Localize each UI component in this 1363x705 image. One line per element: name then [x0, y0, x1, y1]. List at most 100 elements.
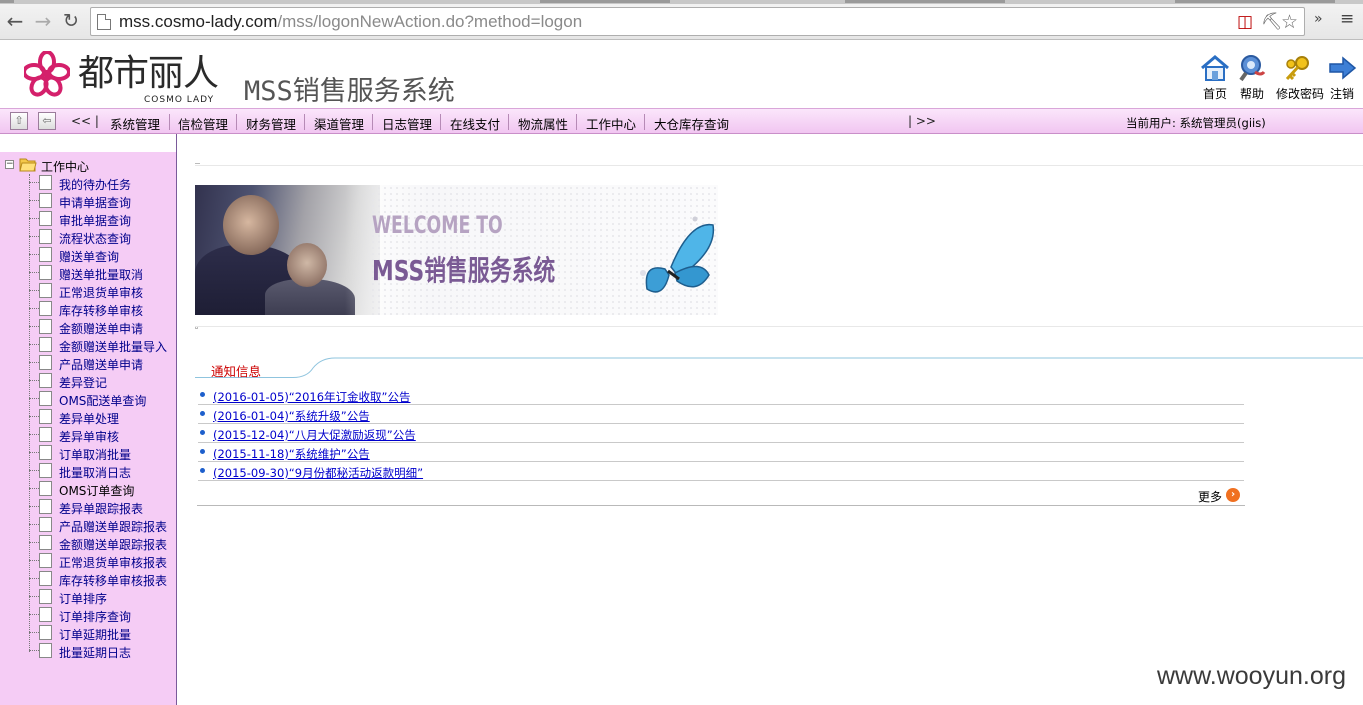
current-user: 当前用户: 系统管理员(giis)	[1126, 116, 1266, 130]
blocked-popup-icon[interactable]: ◫	[1237, 12, 1253, 32]
menu-prev[interactable]: << |	[71, 114, 99, 128]
document-icon	[39, 481, 52, 496]
butterfly-icon	[640, 216, 715, 293]
sidebar-item-label: 订单排序查询	[59, 610, 132, 624]
sidebar-item-label: 差异单处理	[59, 412, 120, 426]
notice-link[interactable]: (2015-11-18)“系统维护”公告	[213, 446, 370, 462]
banner-title: MSS销售服务系统	[372, 254, 556, 287]
collapse-icon[interactable]: −	[5, 160, 14, 169]
sidebar-item-label: 审批单据查询	[59, 214, 132, 228]
sidebar-item-label: 赠送单批量取消	[59, 268, 144, 282]
document-icon	[39, 625, 52, 640]
menu-work-center[interactable]: 工作中心	[586, 114, 636, 133]
sidebar-item-label: 申请单据查询	[59, 196, 132, 210]
change-password-button[interactable]: 修改密码	[1276, 54, 1324, 102]
sidebar-item-label: 产品赠送单跟踪报表	[59, 520, 168, 534]
document-icon	[39, 355, 52, 370]
address-bar[interactable]: mss.cosmo-lady.com/mss/logonNewAction.do…	[90, 7, 1305, 36]
sidebar-item-label: 订单排序	[59, 592, 108, 606]
scroll-up-icon[interactable]: ⇧	[10, 112, 28, 130]
notice-tab-outline	[195, 357, 1363, 378]
bullet-icon	[200, 392, 205, 397]
sidebar-item-label: 差异登记	[59, 376, 108, 390]
notice-tab-label: 通知信息	[211, 364, 262, 379]
home-icon	[1201, 55, 1229, 81]
menu-icon[interactable]: ≡	[1340, 9, 1354, 29]
document-icon	[39, 337, 52, 352]
help-button[interactable]: 帮助	[1231, 54, 1273, 102]
bullet-icon	[200, 468, 205, 473]
document-icon	[39, 535, 52, 550]
sidebar-item-label: 金额赠送单跟踪报表	[59, 538, 168, 552]
menu-next[interactable]: | >>	[908, 114, 936, 128]
reload-icon[interactable]: ↻	[59, 9, 83, 33]
home-button[interactable]: 首页	[1194, 54, 1236, 102]
sidebar-item-label: 产品赠送单申请	[59, 358, 144, 372]
notice-link[interactable]: (2016-01-05)“2016年订金收取”公告	[213, 389, 411, 405]
document-icon	[39, 175, 52, 190]
document-icon	[39, 391, 52, 406]
banner-welcome-text: WELCOME TO	[372, 211, 503, 239]
more-tools-icon[interactable]: »	[1314, 11, 1323, 27]
sidebar-item-label: 订单延期批量	[59, 628, 132, 642]
notice-tab[interactable]: 通知信息	[195, 354, 1363, 379]
sidebar-item-label: 流程状态查询	[59, 232, 132, 246]
logo-chinese-text: 都市丽人	[78, 53, 219, 94]
url-text: mss.cosmo-lady.com/mss/logonNewAction.do…	[119, 12, 583, 31]
menu-finance-management[interactable]: 财务管理	[246, 114, 296, 133]
sidebar-tree: − 工作中心 我的待办任务 申请单据查询 审批单据查询 流程状态查询 赠送单查询 赠送单批…	[0, 134, 177, 705]
menu-system-management[interactable]: 系统管理	[110, 114, 160, 133]
document-icon	[39, 283, 52, 298]
system-title: MSS销售服务系统	[244, 76, 455, 107]
document-icon	[39, 247, 52, 262]
bullet-icon	[200, 449, 205, 454]
document-icon	[39, 211, 52, 226]
notice-item: (2015-11-18)“系统维护”公告	[198, 443, 1244, 462]
bookmark-star-icon[interactable]: ☆	[1281, 12, 1298, 32]
back-arrow-icon[interactable]: ⇦	[38, 112, 56, 130]
notice-link[interactable]: (2016-01-04)“系统升级”公告	[213, 408, 370, 424]
tab-strip	[0, 0, 1363, 4]
document-icon	[39, 571, 52, 586]
document-icon	[39, 607, 52, 622]
sidebar-item-label: 库存转移单审核	[59, 304, 144, 318]
notice-list: (2016-01-05)“2016年订金收取”公告 (2016-01-04)“系…	[198, 386, 1244, 481]
back-icon[interactable]: ←	[3, 9, 27, 33]
menu-online-payment[interactable]: 在线支付	[450, 114, 500, 133]
sidebar-item-label: 差异单跟踪报表	[59, 502, 144, 516]
menu-credit-management[interactable]: 信检管理	[178, 114, 228, 133]
sidebar-item-label: 赠送单查询	[59, 250, 120, 264]
bullet-icon	[200, 430, 205, 435]
sidebar-item-label: 正常退货单审核	[59, 286, 144, 300]
forward-icon[interactable]: →	[31, 9, 55, 33]
notice-link[interactable]: (2015-12-04)“八月大促激励返现”公告	[213, 427, 416, 443]
menu-log-management[interactable]: 日志管理	[382, 114, 432, 133]
main-menu-bar: ⇧ ⇦ << | 系统管理 信检管理 财务管理 渠道管理 日志管理 在线支付 物…	[0, 108, 1363, 134]
folder-open-icon	[19, 158, 37, 172]
logo-english-text: COSMO LADY	[144, 95, 215, 105]
sidebar-item-label: 库存转移单审核报表	[59, 574, 168, 588]
document-icon	[39, 445, 52, 460]
document-icon	[39, 193, 52, 208]
notice-item: (2015-12-04)“八月大促激励返现”公告	[198, 424, 1244, 443]
sidebar-item-label: 金额赠送单批量导入	[59, 340, 168, 354]
document-icon	[39, 427, 52, 442]
document-icon	[39, 373, 52, 388]
document-icon	[39, 553, 52, 568]
notice-link[interactable]: (2015-09-30)“9月份都秘活动返款明细”	[213, 465, 423, 481]
notice-item: (2015-09-30)“9月份都秘活动返款明细”	[198, 462, 1244, 481]
key-icon[interactable]: ⛏	[1261, 12, 1283, 32]
sidebar-item-label: 正常退货单审核报表	[59, 556, 168, 570]
menu-logistics-attributes[interactable]: 物流属性	[518, 114, 568, 133]
document-icon	[39, 319, 52, 334]
menu-warehouse-inventory[interactable]: 大仓库存查询	[654, 114, 729, 133]
document-icon	[39, 229, 52, 244]
bullet-icon	[200, 411, 205, 416]
sidebar-item-label: 批量取消日志	[59, 466, 132, 480]
browser-toolbar: ← → ↻ mss.cosmo-lady.com/mss/logonNewAct…	[0, 0, 1363, 40]
notice-item: (2016-01-05)“2016年订金收取”公告	[198, 386, 1244, 405]
document-icon	[39, 463, 52, 478]
logout-button[interactable]: 注销	[1321, 54, 1363, 102]
menu-channel-management[interactable]: 渠道管理	[314, 114, 364, 133]
key-icon	[1285, 56, 1309, 81]
